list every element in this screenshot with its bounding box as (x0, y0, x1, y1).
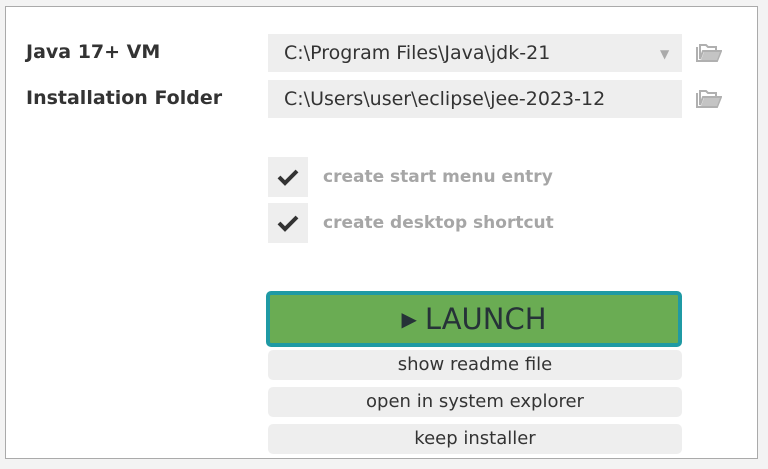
keep-installer-button[interactable]: keep installer (268, 424, 682, 454)
install-folder-label: Installation Folder (26, 87, 223, 109)
start-menu-checkbox[interactable] (268, 157, 308, 197)
desktop-shortcut-checkbox[interactable] (268, 203, 308, 243)
launch-button[interactable]: ▶ LAUNCH (266, 291, 682, 347)
checkmark-icon (277, 169, 299, 186)
installer-panel: Java 17+ VM C:\Program Files\Java\jdk-21… (5, 6, 758, 459)
start-menu-label[interactable]: create start menu entry (323, 167, 553, 187)
java-vm-label: Java 17+ VM (26, 41, 161, 63)
chevron-down-icon[interactable]: ▼ (660, 47, 669, 61)
launch-label: LAUNCH (424, 302, 547, 336)
show-readme-button[interactable]: show readme file (268, 350, 682, 380)
java-vm-select[interactable]: C:\Program Files\Java\jdk-21 (268, 34, 682, 72)
folder-icon[interactable] (696, 43, 723, 63)
folder-icon[interactable] (696, 89, 723, 109)
install-folder-field[interactable]: C:\Users\user\eclipse\jee-2023-12 (268, 80, 682, 118)
desktop-shortcut-label[interactable]: create desktop shortcut (323, 213, 554, 233)
open-explorer-button[interactable]: open in system explorer (268, 387, 682, 417)
checkmark-icon (277, 215, 299, 232)
play-icon: ▶ (401, 307, 417, 331)
